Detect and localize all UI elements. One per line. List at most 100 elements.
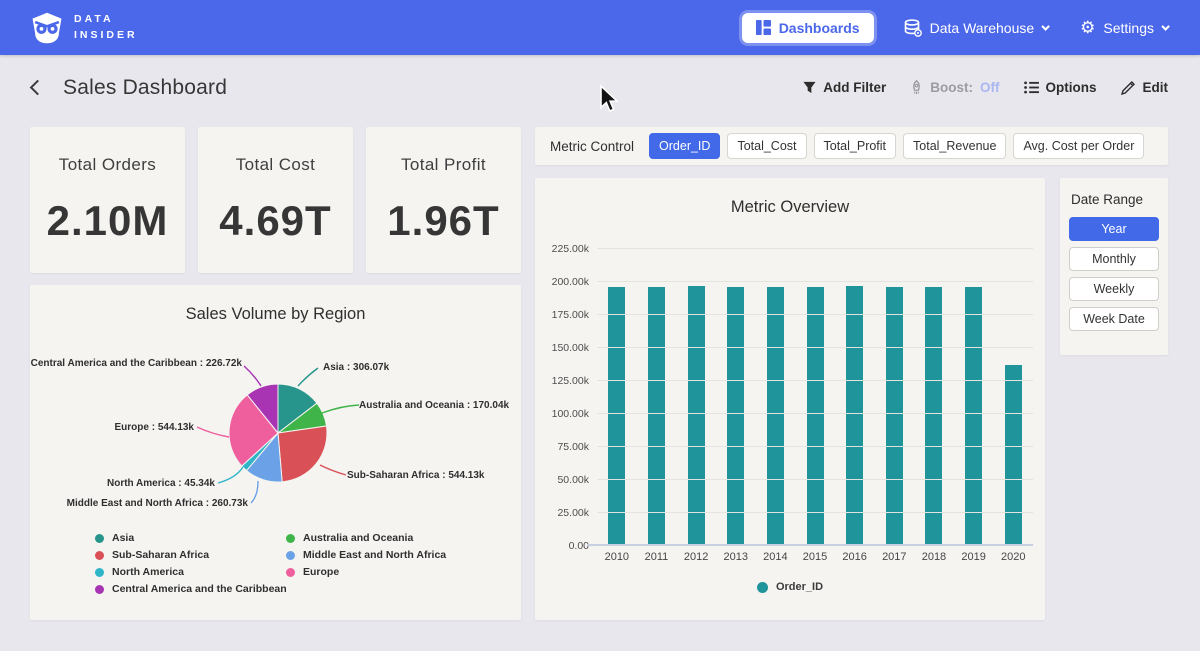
legend-item-north-america[interactable]: North America [95,566,287,578]
date-range-label: Date Range [1071,192,1159,207]
metric-button-total-profit[interactable]: Total_Profit [814,133,897,159]
edit-button[interactable]: Edit [1121,80,1169,95]
legend-item-australia-and-oceania[interactable]: Australia and Oceania [286,532,446,544]
bar-chart-x-axis: 2010201120122013201420152016201720182019… [597,551,1033,563]
metric-control-label: Metric Control [550,139,634,154]
y-tick-label: 175.00k [535,309,589,321]
metric-control-bar: Metric Control Order_ID Total_Cost Total… [535,127,1168,165]
owl-logo-icon [30,11,64,45]
bar-chart-plot-area [597,248,1033,545]
gridline [597,248,1033,249]
legend-label: Sub-Saharan Africa [112,549,209,561]
legend-item-sub-saharan-africa[interactable]: Sub-Saharan Africa [95,549,287,561]
bar-2017[interactable] [886,287,903,545]
page-title: Sales Dashboard [63,76,227,100]
add-filter-button[interactable]: Add Filter [803,80,886,95]
pencil-icon [1121,80,1136,95]
y-tick-label: 50.00k [535,474,589,486]
pie-slice-label: Asia : 306.07k [323,362,389,373]
date-range-monthly-button[interactable]: Monthly [1069,247,1159,271]
top-navbar: DATA INSIDER Dashboards [0,0,1200,55]
brand-name: DATA INSIDER [74,12,138,42]
nav-item-settings[interactable]: ⚙ Settings [1080,19,1170,36]
date-range-year-button[interactable]: Year [1069,217,1159,241]
bar-2014[interactable] [767,287,784,545]
bar-slot [954,248,994,545]
date-range-weekly-button[interactable]: Weekly [1069,277,1159,301]
bar-2015[interactable] [807,287,824,545]
date-range-week-date-button[interactable]: Week Date [1069,307,1159,331]
legend-dot [95,551,104,560]
boost-toggle[interactable]: Boost: Off [910,80,999,95]
legend-item-europe[interactable]: Europe [286,566,446,578]
metric-button-total-revenue[interactable]: Total_Revenue [903,133,1006,159]
metric-button-avg-cost-per-order[interactable]: Avg. Cost per Order [1013,133,1144,159]
pie-slice-label: North America : 45.34k [107,478,215,489]
y-tick-label: 100.00k [535,408,589,420]
nav-item-dashboards[interactable]: Dashboards [742,13,874,43]
boost-state: Off [980,80,1000,95]
bar-slot [756,248,796,545]
x-tick-label-2016: 2016 [835,551,875,563]
gear-icon: ⚙ [1080,19,1095,36]
kpi-label: Total Cost [236,155,316,175]
sales-dashboard-screen: DATA INSIDER Dashboards [0,0,1200,651]
bar-2020[interactable] [1005,365,1022,545]
legend-item-asia[interactable]: Asia [95,532,287,544]
database-gear-icon [904,19,922,37]
legend-item-central-america-and-the-caribbean[interactable]: Central America and the Caribbean [95,583,287,595]
gridline [597,512,1033,513]
kpi-card-total-cost: Total Cost 4.69T [198,127,353,273]
kpi-card-total-orders: Total Orders 2.10M [30,127,185,273]
bar-2011[interactable] [648,287,665,545]
y-tick-label: 225.00k [535,243,589,255]
pie-leader-line [251,481,258,503]
kpi-value: 4.69T [219,197,331,245]
chevron-down-icon [1041,22,1049,30]
bar-slot [637,248,677,545]
options-label: Options [1046,80,1097,95]
nav-dashboards-label: Dashboards [779,20,860,36]
bar-chart-legend[interactable]: Order_ID [535,581,1045,593]
options-button[interactable]: Options [1024,80,1097,95]
bar-slot [835,248,875,545]
bars-row [597,248,1033,545]
pie-slice-label: Australia and Oceania : 170.04k [359,400,509,411]
brand[interactable]: DATA INSIDER [30,11,138,45]
pie-legend-column-1: Asia Sub-Saharan Africa North America Centr… [95,532,287,595]
nav-data-warehouse-label: Data Warehouse [930,20,1035,36]
gridline [597,347,1033,348]
pie-leader-line [322,405,359,413]
rocket-icon [910,80,923,95]
legend-item-middle-east-and-north-africa[interactable]: Middle East and North Africa [286,549,446,561]
y-tick-label: 25.00k [535,507,589,519]
back-button[interactable] [30,80,46,96]
gridline [597,479,1033,480]
x-tick-label-2020: 2020 [993,551,1033,563]
pie-leader-line [218,467,243,483]
bar-2013[interactable] [727,287,744,545]
dashboards-grid-icon [756,20,771,35]
x-tick-label-2012: 2012 [676,551,716,563]
metric-button-order-id[interactable]: Order_ID [649,133,720,159]
bar-2016[interactable] [846,286,863,546]
legend-dot [95,568,104,577]
gridline [597,380,1033,381]
bar-2019[interactable] [965,287,982,545]
nav-item-data-warehouse[interactable]: Data Warehouse [904,19,1051,37]
pie-leader-line [244,366,261,386]
x-tick-label-2010: 2010 [597,551,637,563]
bar-2012[interactable] [688,286,705,545]
x-tick-label-2019: 2019 [954,551,994,563]
bar-2010[interactable] [608,287,625,545]
bar-2018[interactable] [925,287,942,545]
legend-label: Australia and Oceania [303,532,413,544]
edit-label: Edit [1143,80,1169,95]
y-tick-label: 0.00 [535,540,589,552]
kpi-label: Total Profit [401,155,486,175]
x-tick-label-2017: 2017 [874,551,914,563]
metric-button-total-cost[interactable]: Total_Cost [727,133,806,159]
pie-slice-sub-saharan-africa[interactable] [278,426,327,482]
pie-slice-label: Sub-Saharan Africa : 544.13k [347,470,484,481]
add-filter-label: Add Filter [823,80,886,95]
